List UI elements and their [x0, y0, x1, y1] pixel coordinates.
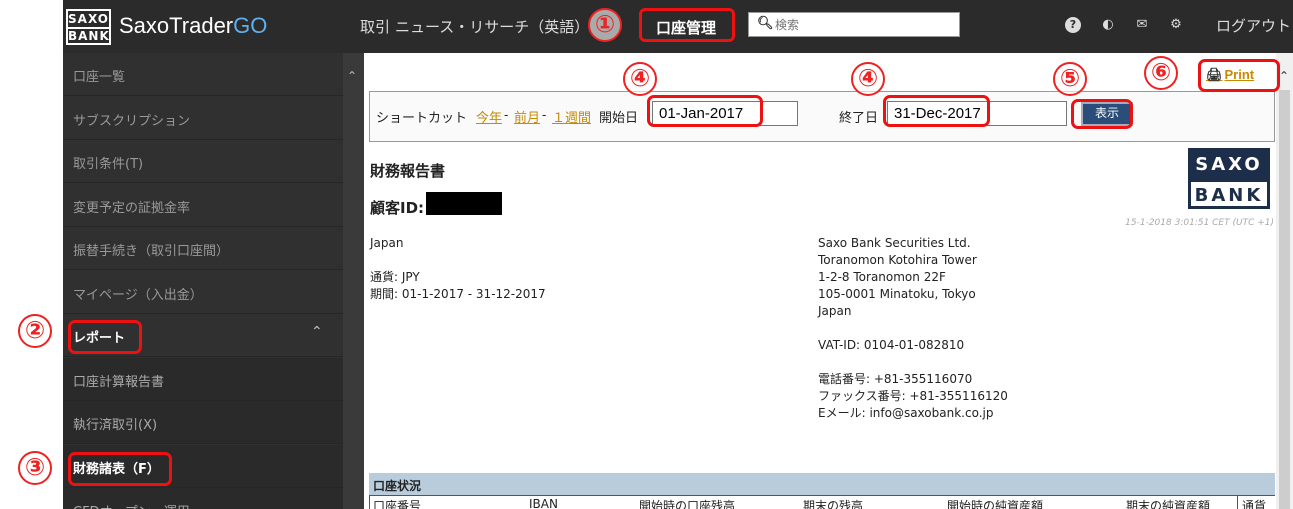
client-id-label: 顧客ID:	[370, 199, 425, 217]
column-header: 口座番号	[373, 499, 422, 509]
sidebar-scrollbar[interactable]: ⌃	[343, 53, 364, 509]
sidebar-item-label: 口座計算報告書	[73, 375, 165, 390]
annotation-ring-print	[1198, 59, 1280, 92]
account-status-header: 口座状況	[369, 473, 1275, 495]
sidebar-item-subscription[interactable]: サブスクリプション	[63, 97, 343, 140]
sidebar-item-label: 振替手続き（取引口座間）	[73, 244, 230, 259]
separator: -	[542, 107, 547, 122]
shortcut-one-week[interactable]: １週間	[552, 107, 591, 126]
main-scrollbar[interactable]: ⌃	[1276, 53, 1293, 509]
report-timestamp: 15-1-2018 3:01:51 CET (UTC +1)	[1125, 218, 1274, 228]
bank-info: Saxo Bank Securities Ltd. Toranomon Koto…	[818, 235, 1008, 422]
shortcut-last-month[interactable]: 前月	[514, 107, 540, 126]
saxo-bank-logo: SAXO BANK	[1188, 148, 1270, 209]
sidebar-item-transfer[interactable]: 振替手続き（取引口座間）	[63, 227, 343, 270]
theme-icon[interactable]: ◐	[1100, 17, 1116, 33]
bank-address-line: 1-2-8 Toranomon 22F	[818, 270, 946, 284]
bank-fax: ファックス番号: +81-355116120	[818, 389, 1008, 403]
annotation-gutter	[0, 0, 63, 509]
chevron-up-icon: ⌃	[311, 324, 323, 340]
nav-news-research[interactable]: ニュース・リサーチ（英語）	[395, 16, 589, 37]
column-header: IBAN	[529, 497, 558, 509]
sidebar-item-label: 口座一覧	[73, 70, 126, 85]
client-country: Japan	[370, 236, 404, 250]
sidebar-item-label: サブスクリプション	[73, 114, 191, 129]
app-name-main: SaxoTrader	[119, 13, 234, 38]
sidebar-subitem-executed-trades[interactable]: 執行済取引(X)	[63, 401, 343, 444]
sidebar: 口座一覧 サブスクリプション 取引条件(T) 変更予定の証拠金率 振替手続き（取…	[63, 53, 343, 509]
separator: -	[504, 107, 509, 122]
nav-account-label: 口座管理	[656, 19, 717, 37]
bank-address-line: Saxo Bank Securities Ltd.	[818, 236, 971, 250]
sidebar-subitem-account-statement[interactable]: 口座計算報告書	[63, 358, 343, 401]
mail-icon[interactable]: ✉	[1134, 17, 1150, 33]
scroll-up-icon[interactable]: ⌃	[1279, 69, 1289, 83]
redacted-client-id	[426, 192, 502, 215]
nav-trade[interactable]: 取引	[360, 16, 390, 37]
scroll-up-icon[interactable]: ⌃	[347, 69, 357, 83]
account-status-table: 口座番号 IBAN 開始時の口座残高 期末の残高 開始時の純資産額 期末の純資産…	[369, 495, 1275, 509]
bank-email: Eメール: info@saxobank.co.jp	[818, 406, 994, 420]
bank-vat-id: VAT-ID: 0104-01-082810	[818, 338, 965, 352]
annotation-ring-end	[883, 95, 990, 127]
annotation-marker: ④	[851, 62, 885, 96]
logo-top-text: SAXO	[1191, 151, 1267, 179]
logo-bottom-text: BANK	[68, 27, 110, 43]
app-name-suffix: GO	[233, 13, 268, 38]
annotation-ring-report	[68, 320, 142, 354]
search-icon: 🔍︎	[757, 16, 774, 31]
account-status-title: 口座状況	[373, 479, 422, 493]
sidebar-subitem-cfd[interactable]: CFDオープン・運用	[63, 488, 343, 509]
shortcut-this-year[interactable]: 今年	[476, 107, 502, 126]
sidebar-item-mypage[interactable]: マイページ（入出金）	[63, 271, 343, 314]
column-header: 期末の残高	[803, 499, 864, 509]
column-header: 通貨	[1242, 499, 1267, 509]
search-box[interactable]: 🔍︎	[748, 12, 960, 37]
bank-address-line: 105-0001 Minatoku, Tokyo	[818, 287, 976, 301]
annotation-ring-financial	[68, 452, 172, 486]
column-header: 開始時の純資産額	[947, 499, 1044, 509]
annotation-marker: ②	[18, 314, 52, 348]
annotation-ring-start	[647, 95, 763, 127]
bank-phone: 電話番号: +81-355116070	[818, 372, 973, 386]
report-period: 期間: 01-1-2017 - 31-12-2017	[370, 287, 546, 301]
scrollbar-thumb[interactable]	[1279, 90, 1290, 509]
report-title: 財務報告書	[370, 162, 446, 180]
annotation-marker: ④	[623, 62, 657, 96]
top-bar: SAXO BANK SaxoTraderGO 取引 ニュース・リサーチ（英語） …	[63, 0, 1293, 53]
sidebar-item-label: 取引条件(T)	[73, 157, 144, 172]
logo-bottom-text: BANK	[1191, 179, 1267, 206]
annotation-marker: ⑤	[1053, 62, 1087, 96]
saxo-logo-icon: SAXO BANK	[66, 9, 111, 45]
client-info: Japan 通貨: JPY 期間: 01-1-2017 - 31-12-2017	[370, 235, 546, 303]
sidebar-item-margin-change[interactable]: 変更予定の証拠金率	[63, 184, 343, 227]
column-header: 開始時の口座残高	[639, 499, 736, 509]
search-input[interactable]	[775, 16, 945, 34]
annotation-marker: ③	[18, 451, 52, 485]
sidebar-item-label: 執行済取引(X)	[73, 418, 158, 433]
gear-icon[interactable]: ⚙	[1168, 17, 1184, 33]
sidebar-item-label: マイページ（入出金）	[73, 288, 203, 303]
column-header: 期末の純資産額	[1126, 499, 1211, 509]
annotation-marker: ⑥	[1144, 56, 1178, 90]
shortcut-label: ショートカット	[376, 110, 468, 125]
nav-account-management[interactable]: 口座管理	[639, 8, 735, 42]
sidebar-item-label: 変更予定の証拠金率	[73, 201, 191, 216]
sidebar-item-account-list[interactable]: 口座一覧	[63, 53, 343, 96]
filter-bar: ショートカット 今年 - 前月 - １週間 開始日 終了日 表示	[369, 91, 1275, 142]
bank-address-line: Japan	[818, 304, 852, 318]
help-icon[interactable]: ?	[1065, 17, 1081, 33]
annotation-ring-show	[1071, 99, 1133, 129]
logout-link[interactable]: ログアウト	[1216, 15, 1291, 36]
logo-top-text: SAXO	[68, 12, 109, 26]
report-currency: 通貨: JPY	[370, 270, 420, 284]
bank-address-line: Toranomon Kotohira Tower	[818, 253, 977, 267]
end-date-label: 終了日	[839, 110, 879, 125]
sidebar-item-label: CFDオープン・運用	[73, 501, 190, 509]
sidebar-item-trading-conditions[interactable]: 取引条件(T)	[63, 140, 343, 183]
app-name: SaxoTraderGO	[119, 13, 267, 39]
annotation-marker: ①	[588, 8, 622, 42]
main-content: ショートカット 今年 - 前月 - １週間 開始日 終了日 表示 🖨︎Print…	[364, 53, 1293, 509]
start-date-label: 開始日	[599, 110, 639, 125]
